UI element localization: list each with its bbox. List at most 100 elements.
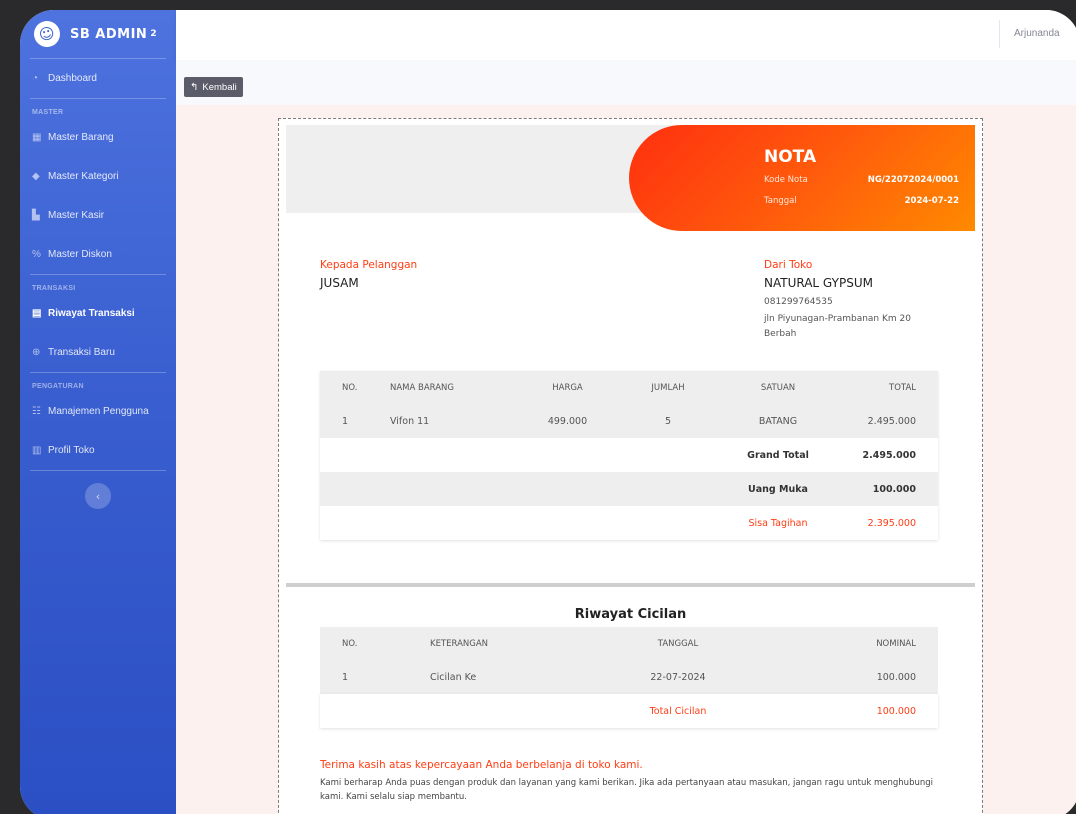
td-no: 1: [342, 671, 349, 683]
td-jumlah: 5: [664, 415, 672, 427]
th-total: TOTAL: [889, 382, 916, 393]
sidebar-item-label: Master Kategori: [48, 171, 119, 182]
items-table: NO. NAMA BARANG HARGA JUMLAH SATUAN TOTA…: [320, 371, 938, 540]
sidebar-item-master-kasir[interactable]: ▙ Master Kasir: [20, 196, 176, 235]
store-label: Dari Toko: [764, 259, 813, 271]
section-divider: [286, 583, 975, 587]
table-row: 1 Vifon 11 499.000 5 BATANG 2.495.000: [320, 404, 938, 438]
user-menu[interactable]: Arjunanda: [1014, 28, 1060, 39]
users-icon: ☷: [32, 406, 41, 417]
sidebar-item-label: Profil Toko: [48, 445, 95, 456]
sisa-tagihan-value: 2.395.000: [867, 517, 916, 529]
sidebar-item-label: Dashboard: [48, 73, 97, 84]
table-row: 1 Cicilan Ke 22-07-2024 100.000: [320, 660, 938, 694]
reply-icon: ↰: [190, 81, 199, 93]
cicilan-title: Riwayat Cicilan: [574, 607, 687, 622]
td-no: 1: [342, 415, 349, 427]
th-satuan: SATUAN: [760, 382, 796, 393]
sidebar-item-riwayat-transaksi[interactable]: ▤ Riwayat Transaksi: [20, 294, 176, 333]
tags-icon: ◆: [32, 171, 40, 182]
td-satuan: BATANG: [758, 415, 798, 427]
sidebar-heading-transaksi: TRANSAKSI: [32, 285, 76, 292]
sidebar-item-label: Master Diskon: [48, 249, 112, 260]
plus-circle-icon: ⊕: [32, 347, 41, 358]
cicilan-table-header: NO. KETERANGAN TANGGAL NOMINAL: [320, 627, 938, 660]
td-keterangan: Cicilan Ke: [430, 671, 477, 683]
sidebar-toggle-button[interactable]: ‹: [85, 483, 111, 509]
main-content: ↰ Kembali NOTA Kode Nota NG/22072024/000…: [176, 60, 1076, 814]
customer-label: Kepada Pelanggan: [320, 259, 418, 271]
sidebar-item-label: Manajemen Pengguna: [48, 406, 149, 417]
nota-kode: Kode Nota NG/22072024/0001: [764, 175, 959, 185]
nota-title: NOTA: [764, 147, 817, 167]
laugh-wink-icon: ☺: [31, 18, 63, 50]
store-phone: 081299764535: [764, 297, 833, 307]
customer-name: JUSAM: [320, 276, 359, 290]
sidebar-item-master-diskon[interactable]: % Master Diskon: [20, 235, 176, 274]
th-nama-barang: NAMA BARANG: [390, 382, 454, 393]
store-name: NATURAL GYPSUM: [764, 276, 873, 290]
store-address-line2: Berbah: [764, 329, 797, 339]
sidebar-heading-master: MASTER: [32, 109, 64, 116]
grand-total-value: 2.495.000: [862, 449, 917, 461]
back-button[interactable]: ↰ Kembali: [184, 77, 243, 97]
sidebar-item-label: Master Kasir: [48, 210, 105, 221]
file-invoice-icon: ▤: [32, 308, 42, 319]
grand-total-label: Grand Total: [747, 449, 809, 461]
table-icon: ▦: [32, 132, 42, 143]
td-nama-barang: Vifon 11: [390, 415, 430, 427]
sidebar-item-profil-toko[interactable]: ▥ Profil Toko: [20, 431, 176, 470]
sidebar-item-transaksi-baru[interactable]: ⊕ Transaksi Baru: [20, 333, 176, 372]
th-no: NO.: [342, 382, 358, 393]
topbar-divider: [999, 20, 1000, 48]
th-tanggal: TANGGAL: [657, 638, 699, 649]
nota-tanggal: Tanggal 2024-07-22: [764, 196, 959, 206]
td-tanggal: 22-07-2024: [650, 671, 706, 683]
sidebar-item-manajemen-pengguna[interactable]: ☷ Manajemen Pengguna: [20, 392, 176, 431]
invoice-border: NOTA Kode Nota NG/22072024/0001 Tanggal …: [278, 118, 983, 814]
td-total: 2.495.000: [867, 415, 916, 427]
sisa-tagihan-label: Sisa Tagihan: [748, 517, 808, 529]
sidebar-item-label: Riwayat Transaksi: [48, 308, 135, 319]
sidebar-item-label: Master Barang: [48, 132, 114, 143]
grand-total-row: Grand Total 2.495.000: [320, 438, 938, 472]
thanks-title: Terima kasih atas kepercayaan Anda berbe…: [320, 759, 643, 771]
td-harga: 499.000: [547, 415, 588, 427]
uang-muka-value: 100.000: [872, 483, 916, 495]
nota-kode-value: NG/22072024/0001: [867, 175, 959, 185]
percent-icon: %: [32, 249, 41, 260]
sidebar-item-master-barang[interactable]: ▦ Master Barang: [20, 118, 176, 157]
nota-tanggal-label: Tanggal: [764, 196, 797, 206]
invoice: NOTA Kode Nota NG/22072024/0001 Tanggal …: [286, 125, 975, 814]
store-address-line1: jln Piyunagan-Prambanan Km 20: [764, 314, 911, 324]
sisa-tagihan-row: Sisa Tagihan 2.395.000: [320, 506, 938, 540]
sidebar-item-label: Transaksi Baru: [48, 347, 115, 358]
sidebar: ☺ SB ADMIN 2 ◔ Dashboard MASTER ▦ Master…: [20, 10, 176, 814]
sidebar-heading-pengaturan: PENGATURAN: [32, 383, 84, 390]
th-keterangan: KETERANGAN: [430, 638, 489, 649]
uang-muka-label: Uang Muka: [748, 483, 808, 495]
td-nominal: 100.000: [876, 671, 916, 683]
sidebar-brand[interactable]: ☺ SB ADMIN 2: [20, 10, 176, 58]
total-cicilan-row: Total Cicilan 100.000: [320, 694, 938, 728]
total-cicilan-value: 100.000: [876, 705, 916, 717]
brand-sup: 2: [150, 29, 158, 39]
tachometer-icon: ◔: [32, 73, 39, 84]
uang-muka-row: Uang Muka 100.000: [320, 472, 938, 506]
thanks-body: Kami berharap Anda puas dengan produk da…: [320, 778, 934, 802]
th-harga: HARGA: [552, 382, 583, 393]
th-no: NO.: [342, 638, 358, 649]
store-icon: ▥: [32, 445, 42, 456]
content-area: NOTA Kode Nota NG/22072024/0001 Tanggal …: [176, 105, 1076, 814]
sidebar-item-master-kategori[interactable]: ◆ Master Kategori: [20, 157, 176, 196]
topbar: Arjunanda: [176, 10, 1076, 60]
cicilan-table: NO. KETERANGAN TANGGAL NOMINAL 1 Cicilan…: [320, 627, 938, 728]
th-nominal: NOMINAL: [876, 638, 916, 649]
sidebar-item-dashboard[interactable]: ◔ Dashboard: [20, 59, 176, 98]
sidebar-divider: [30, 470, 166, 471]
th-jumlah: JUMLAH: [651, 382, 685, 393]
brand-name: SB ADMIN: [70, 26, 148, 42]
app-frame: ☺ SB ADMIN 2 ◔ Dashboard MASTER ▦ Master…: [20, 10, 1076, 814]
nota-tanggal-value: 2024-07-22: [904, 196, 959, 206]
invoice-header-nota: NOTA Kode Nota NG/22072024/0001 Tanggal …: [629, 125, 975, 231]
